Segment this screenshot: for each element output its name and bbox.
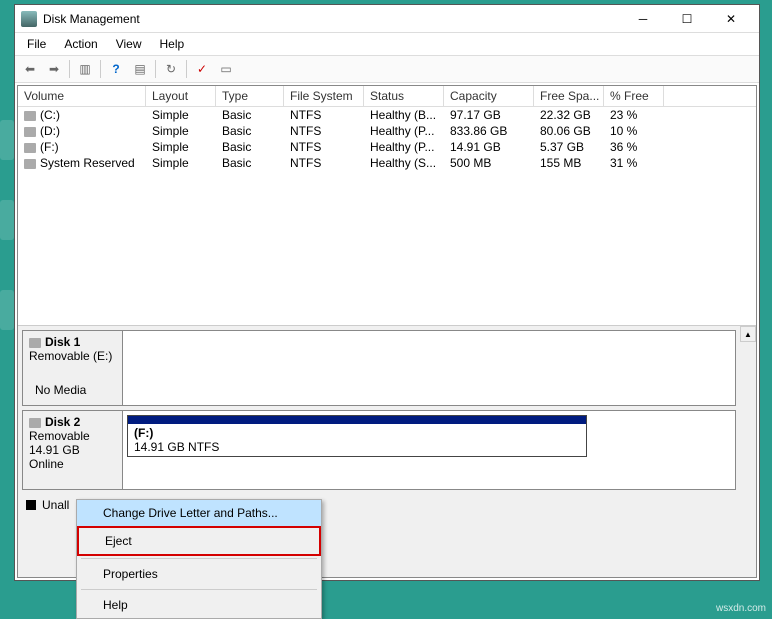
ctx-eject[interactable]: Eject <box>77 526 321 556</box>
table-row[interactable]: (F:) SimpleBasicNTFS Healthy (P...14.91 … <box>18 139 756 155</box>
col-status[interactable]: Status <box>364 86 444 106</box>
partition[interactable]: (F:) 14.91 GB NTFS <box>127 415 587 457</box>
list-button[interactable]: ▭ <box>215 58 237 80</box>
menubar: File Action View Help <box>15 33 759 55</box>
ctx-properties[interactable]: Properties <box>77 561 321 587</box>
window-title: Disk Management <box>43 12 621 26</box>
disk-icon <box>29 418 41 428</box>
col-capacity[interactable]: Capacity <box>444 86 534 106</box>
table-row[interactable]: (C:) SimpleBasicNTFS Healthy (B...97.17 … <box>18 107 756 123</box>
partition-detail: 14.91 GB NTFS <box>134 440 580 454</box>
maximize-button[interactable]: ☐ <box>665 6 709 32</box>
disk-title: Disk 1 <box>45 335 80 349</box>
volume-list[interactable]: Volume Layout Type File System Status Ca… <box>18 86 756 326</box>
app-icon <box>21 11 37 27</box>
show-hide-tree-button[interactable]: ▥ <box>74 58 96 80</box>
drive-icon <box>24 111 36 121</box>
disk-subtitle: Removable <box>29 429 116 443</box>
col-pctfree[interactable]: % Free <box>604 86 664 106</box>
table-row[interactable]: (D:) SimpleBasicNTFS Healthy (P...833.86… <box>18 123 756 139</box>
back-button[interactable]: ⬅ <box>19 58 41 80</box>
context-menu: Change Drive Letter and Paths... Eject P… <box>76 499 322 619</box>
titlebar[interactable]: Disk Management ─ ☐ ✕ <box>15 5 759 33</box>
disk-title: Disk 2 <box>45 415 80 429</box>
forward-button[interactable]: ➡ <box>43 58 65 80</box>
disk-size: 14.91 GB <box>29 443 116 457</box>
unallocated-swatch-icon <box>26 500 36 510</box>
drive-icon <box>24 143 36 153</box>
disk-subtitle: Removable (E:) <box>29 349 116 363</box>
minimize-button[interactable]: ─ <box>621 6 665 32</box>
refresh-button[interactable]: ↻ <box>160 58 182 80</box>
action-button[interactable]: ✓ <box>191 58 213 80</box>
disk-row[interactable]: Disk 1 Removable (E:) No Media <box>22 330 736 406</box>
disk-status: No Media <box>29 363 116 401</box>
toolbar: ⬅ ➡ ▥ ? ▤ ↻ ✓ ▭ <box>15 55 759 83</box>
menu-help[interactable]: Help <box>152 35 193 53</box>
disk-status: Online <box>29 457 116 471</box>
table-header: Volume Layout Type File System Status Ca… <box>18 86 756 107</box>
menu-view[interactable]: View <box>108 35 150 53</box>
col-type[interactable]: Type <box>216 86 284 106</box>
col-volume[interactable]: Volume <box>18 86 146 106</box>
scroll-up-button[interactable]: ▲ <box>740 326 756 342</box>
col-layout[interactable]: Layout <box>146 86 216 106</box>
ctx-change-drive-letter[interactable]: Change Drive Letter and Paths... <box>77 500 321 526</box>
menu-file[interactable]: File <box>19 35 54 53</box>
help-icon[interactable]: ? <box>105 58 127 80</box>
col-filesystem[interactable]: File System <box>284 86 364 106</box>
col-freespace[interactable]: Free Spa... <box>534 86 604 106</box>
watermark: wsxdn.com <box>716 603 766 614</box>
drive-icon <box>24 127 36 137</box>
disk-management-window: Disk Management ─ ☐ ✕ File Action View H… <box>14 4 760 581</box>
disk-icon <box>29 338 41 348</box>
partition-label: (F:) <box>134 426 580 440</box>
ctx-help[interactable]: Help <box>77 592 321 618</box>
legend-unallocated: Unall <box>42 498 69 512</box>
disk-row[interactable]: Disk 2 Removable 14.91 GB Online (F:) 14… <box>22 410 736 490</box>
table-row[interactable]: System Reserved SimpleBasicNTFS Healthy … <box>18 155 756 171</box>
menu-action[interactable]: Action <box>56 35 105 53</box>
close-button[interactable]: ✕ <box>709 6 753 32</box>
drive-icon <box>24 159 36 169</box>
details-button[interactable]: ▤ <box>129 58 151 80</box>
